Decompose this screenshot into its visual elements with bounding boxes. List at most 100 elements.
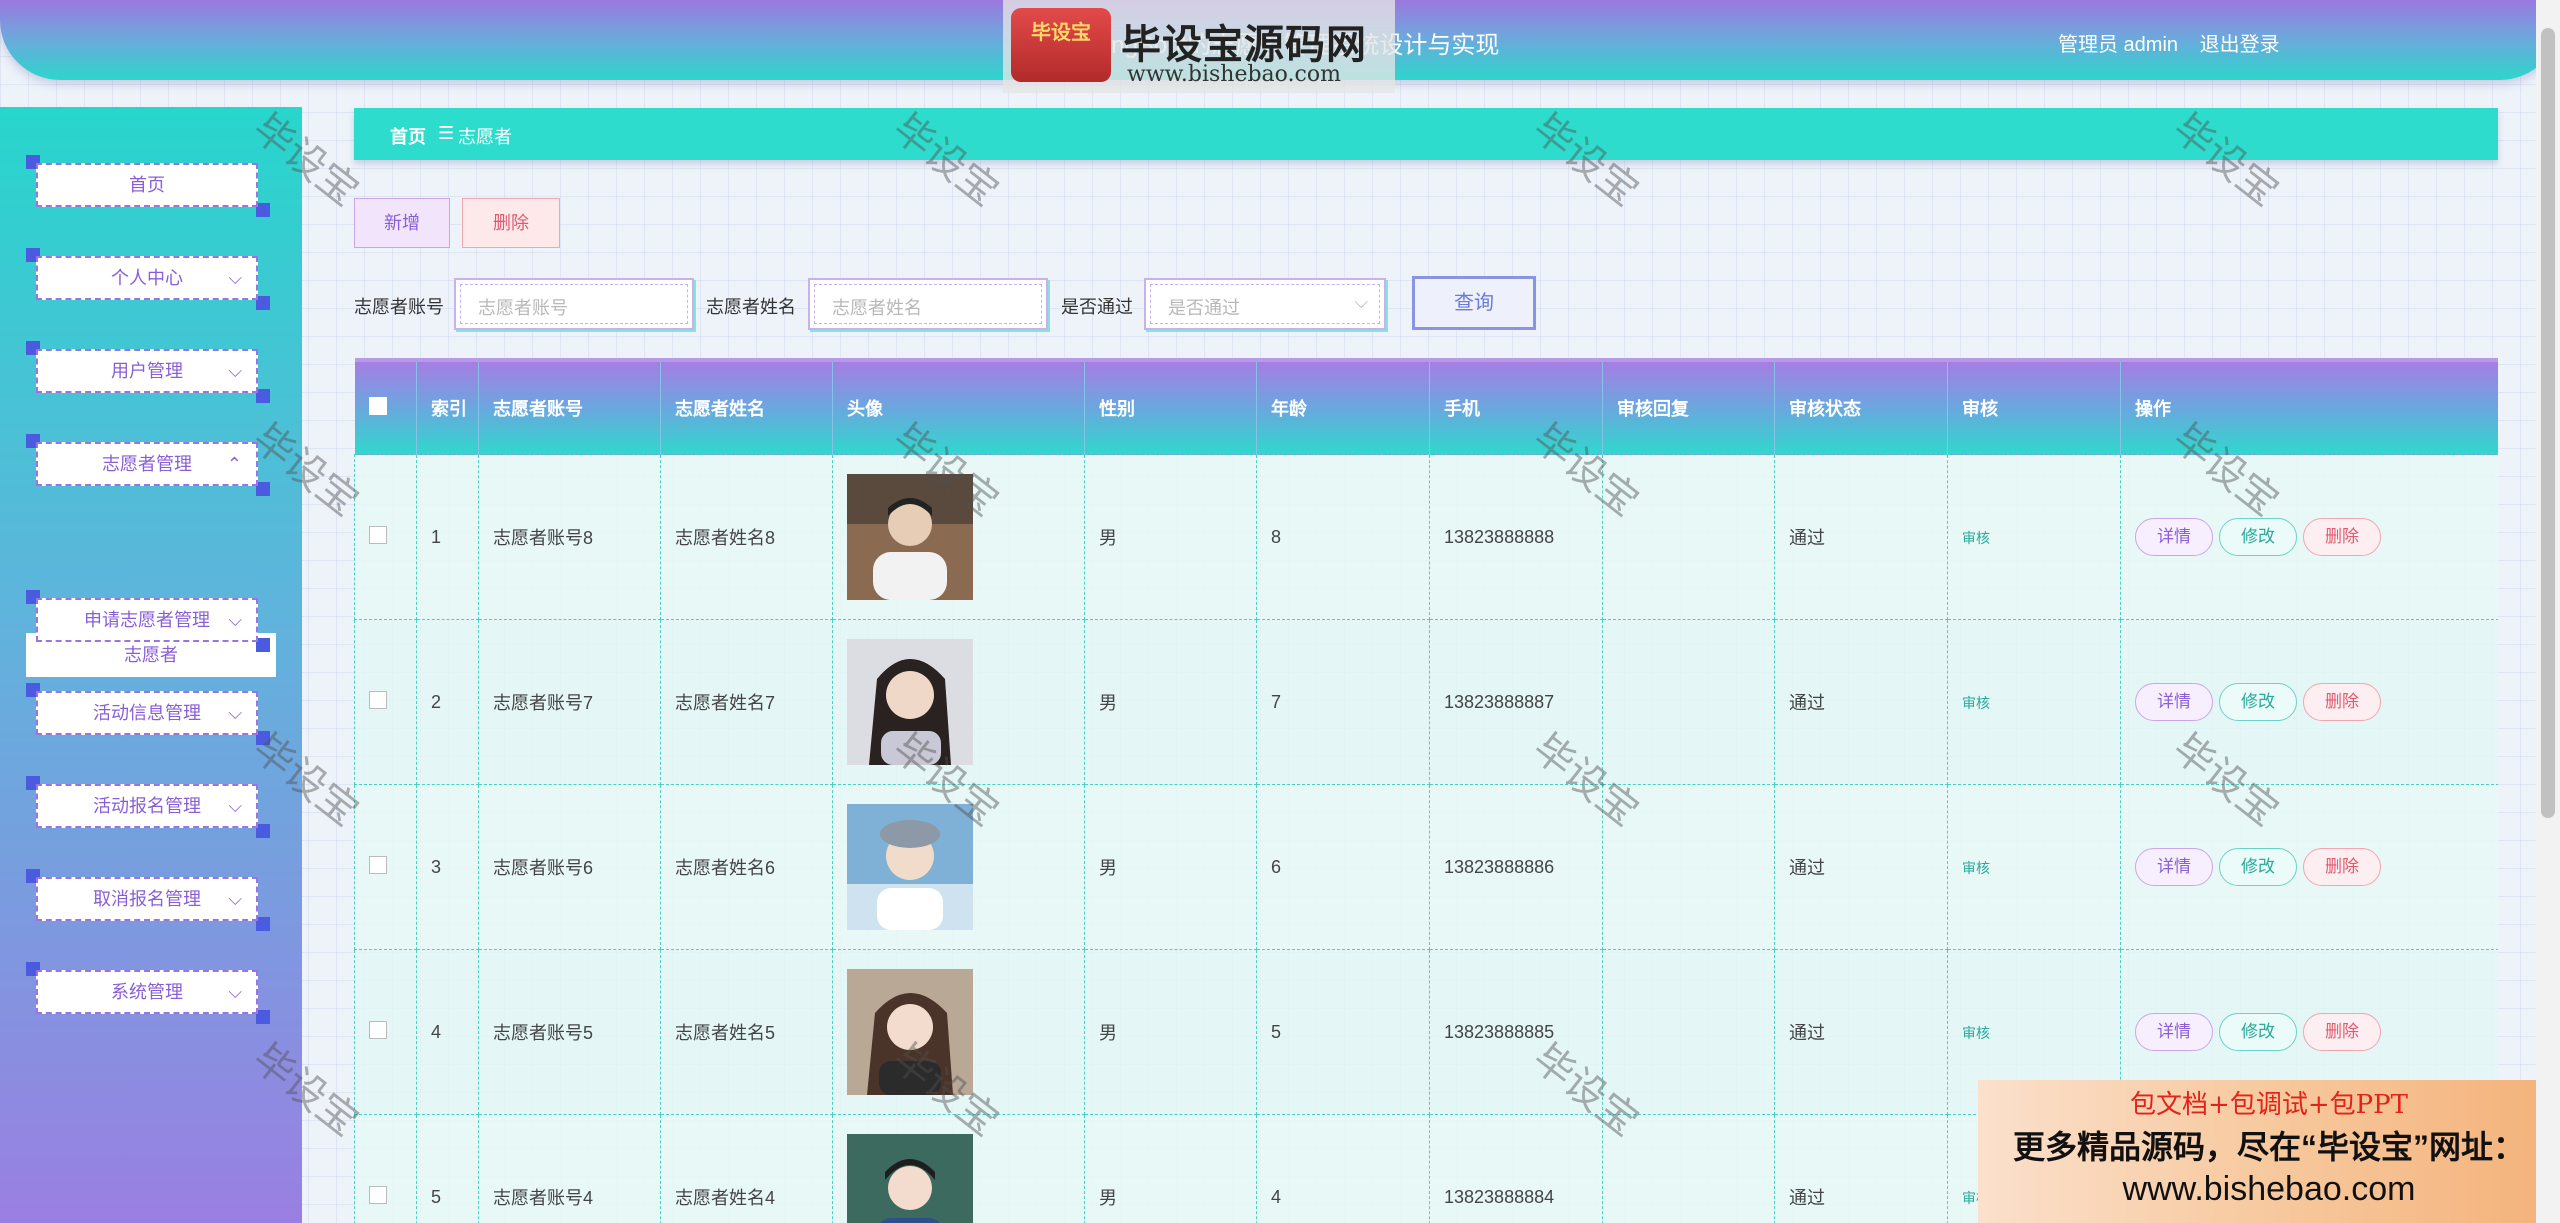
audit-link[interactable]: 审核 — [1962, 530, 1990, 546]
sidebar-item-registrations[interactable]: 活动报名管理 ⌵ — [26, 776, 270, 838]
cell-phone: 13823888885 — [1429, 949, 1603, 1115]
detail-button[interactable]: 详情 — [2135, 848, 2213, 886]
delete-button[interactable]: 删除 — [2303, 1013, 2381, 1051]
delete-button[interactable]: 删除 — [2303, 683, 2381, 721]
bulk-delete-button[interactable]: 删除 — [462, 198, 560, 248]
cell-status: 通过 — [1774, 1114, 1948, 1223]
row-checkbox[interactable] — [369, 690, 387, 709]
delete-button[interactable]: 删除 — [2303, 848, 2381, 886]
sidebar-item-volunteers[interactable]: 志愿者管理 ⌃ — [26, 434, 270, 496]
table-row: 3 志愿者账号6 志愿者姓名6 男 6 13823888886 通过 审核 详情… — [354, 784, 2498, 950]
account-placeholder: 志愿者账号 — [478, 298, 568, 318]
edit-button[interactable]: 修改 — [2219, 683, 2297, 721]
logout-link[interactable]: 退出登录 — [2200, 34, 2280, 56]
select-all-checkbox[interactable] — [368, 396, 387, 415]
chevron-down-icon: ⌵ — [228, 796, 242, 816]
col-name: 志愿者姓名 — [660, 360, 833, 455]
sidebar-item-activities[interactable]: 活动信息管理 ⌵ — [26, 683, 270, 745]
cell-status: 通过 — [1774, 784, 1948, 950]
cell-index: 3 — [416, 784, 479, 950]
pass-label: 是否通过 — [1061, 297, 1133, 317]
chevron-down-icon: ⌵ — [228, 361, 242, 381]
sidebar-item-applications[interactable]: 申请志愿者管理 ⌵ — [26, 590, 270, 652]
logo-url: www.bishebao.com — [1127, 62, 1341, 87]
sidebar-item-home[interactable]: 首页 — [26, 155, 270, 217]
promo-line-2: 更多精品源码，尽在“毕设宝”网址： — [2012, 1129, 2525, 1165]
avatar — [847, 474, 973, 600]
detail-button[interactable]: 详情 — [2135, 518, 2213, 556]
col-avatar: 头像 — [832, 360, 1085, 455]
row-checkbox[interactable] — [369, 1020, 387, 1039]
detail-button[interactable]: 详情 — [2135, 1013, 2213, 1051]
account-label: 志愿者账号 — [354, 297, 444, 317]
cell-gender: 男 — [1084, 784, 1257, 950]
logo-icon: 毕设宝 — [1011, 8, 1111, 82]
sidebar-item-system[interactable]: 系统管理 ⌵ — [26, 962, 270, 1024]
cell-name: 志愿者姓名5 — [660, 949, 833, 1115]
cell-phone: 13823888888 — [1429, 454, 1603, 620]
cell-phone: 13823888886 — [1429, 784, 1603, 950]
cell-phone: 13823888887 — [1429, 619, 1603, 785]
cell-reply — [1602, 619, 1775, 785]
col-ops: 操作 — [2120, 360, 2498, 455]
sidebar-item-label: 系统管理 — [111, 982, 183, 1002]
table-row: 1 志愿者账号8 志愿者姓名8 男 8 13823888888 通过 审核 详情… — [354, 454, 2498, 620]
cell-status: 通过 — [1774, 454, 1948, 620]
cell-status: 通过 — [1774, 619, 1948, 785]
promo-banner: 包文档+包调试+包PPT 更多精品源码，尽在“毕设宝”网址： www.bishe… — [1978, 1080, 2560, 1223]
cell-reply — [1602, 784, 1775, 950]
chevron-down-icon: ⌵ — [228, 889, 242, 909]
cell-reply — [1602, 454, 1775, 620]
cell-gender: 男 — [1084, 454, 1257, 620]
name-placeholder: 志愿者姓名 — [832, 298, 922, 318]
chevron-down-icon: ⌵ — [228, 982, 242, 1002]
name-search-input[interactable]: 志愿者姓名 — [808, 278, 1048, 330]
sidebar-item-label: 用户管理 — [111, 361, 183, 381]
cell-index: 5 — [416, 1114, 479, 1223]
detail-button[interactable]: 详情 — [2135, 683, 2213, 721]
sidebar-item-profile[interactable]: 个人中心 ⌵ — [26, 248, 270, 310]
edit-button[interactable]: 修改 — [2219, 1013, 2297, 1051]
avatar — [847, 969, 973, 1095]
row-checkbox[interactable] — [369, 1185, 387, 1204]
col-reply: 审核回复 — [1602, 360, 1775, 455]
breadcrumb: 首页 ☰ 志愿者 — [354, 108, 2498, 160]
breadcrumb-home[interactable]: 首页 — [390, 123, 426, 149]
audit-link[interactable]: 审核 — [1962, 1025, 1990, 1041]
avatar — [847, 1134, 973, 1223]
breadcrumb-separator-icon: ☰ — [438, 123, 455, 143]
row-checkbox[interactable] — [369, 855, 387, 874]
account-search-input[interactable]: 志愿者账号 — [454, 278, 694, 330]
query-button[interactable]: 查询 — [1412, 276, 1536, 330]
cell-name: 志愿者姓名4 — [660, 1114, 833, 1223]
row-checkbox[interactable] — [369, 525, 387, 544]
cell-gender: 男 — [1084, 619, 1257, 785]
page-scrollbar[interactable] — [2536, 0, 2560, 1223]
table-row: 2 志愿者账号7 志愿者姓名7 男 7 13823888887 通过 审核 详情… — [354, 619, 2498, 785]
scrollbar-thumb[interactable] — [2541, 28, 2555, 818]
edit-button[interactable]: 修改 — [2219, 518, 2297, 556]
sidebar-item-label: 首页 — [129, 175, 165, 195]
chevron-down-icon: ⌵ — [1354, 292, 1368, 312]
cell-status: 通过 — [1774, 949, 1948, 1115]
cell-index: 1 — [416, 454, 479, 620]
add-button[interactable]: 新增 — [354, 198, 450, 248]
breadcrumb-current: 志愿者 — [458, 127, 512, 147]
cell-gender: 男 — [1084, 1114, 1257, 1223]
cell-name: 志愿者姓名7 — [660, 619, 833, 785]
cell-phone: 13823888884 — [1429, 1114, 1603, 1223]
sidebar-item-label: 申请志愿者管理 — [84, 610, 210, 630]
sidebar-item-label: 志愿者管理 — [102, 454, 192, 474]
cell-account: 志愿者账号8 — [478, 454, 661, 620]
pass-select[interactable]: 是否通过 ⌵ — [1144, 278, 1386, 330]
edit-button[interactable]: 修改 — [2219, 848, 2297, 886]
sidebar-item-cancellations[interactable]: 取消报名管理 ⌵ — [26, 869, 270, 931]
col-account: 志愿者账号 — [478, 360, 661, 455]
audit-link[interactable]: 审核 — [1962, 860, 1990, 876]
sidebar-item-users[interactable]: 用户管理 ⌵ — [26, 341, 270, 403]
delete-button[interactable]: 删除 — [2303, 518, 2381, 556]
chevron-down-icon: ⌵ — [228, 610, 242, 630]
cell-name: 志愿者姓名8 — [660, 454, 833, 620]
cell-age: 4 — [1256, 1114, 1430, 1223]
audit-link[interactable]: 审核 — [1962, 695, 1990, 711]
